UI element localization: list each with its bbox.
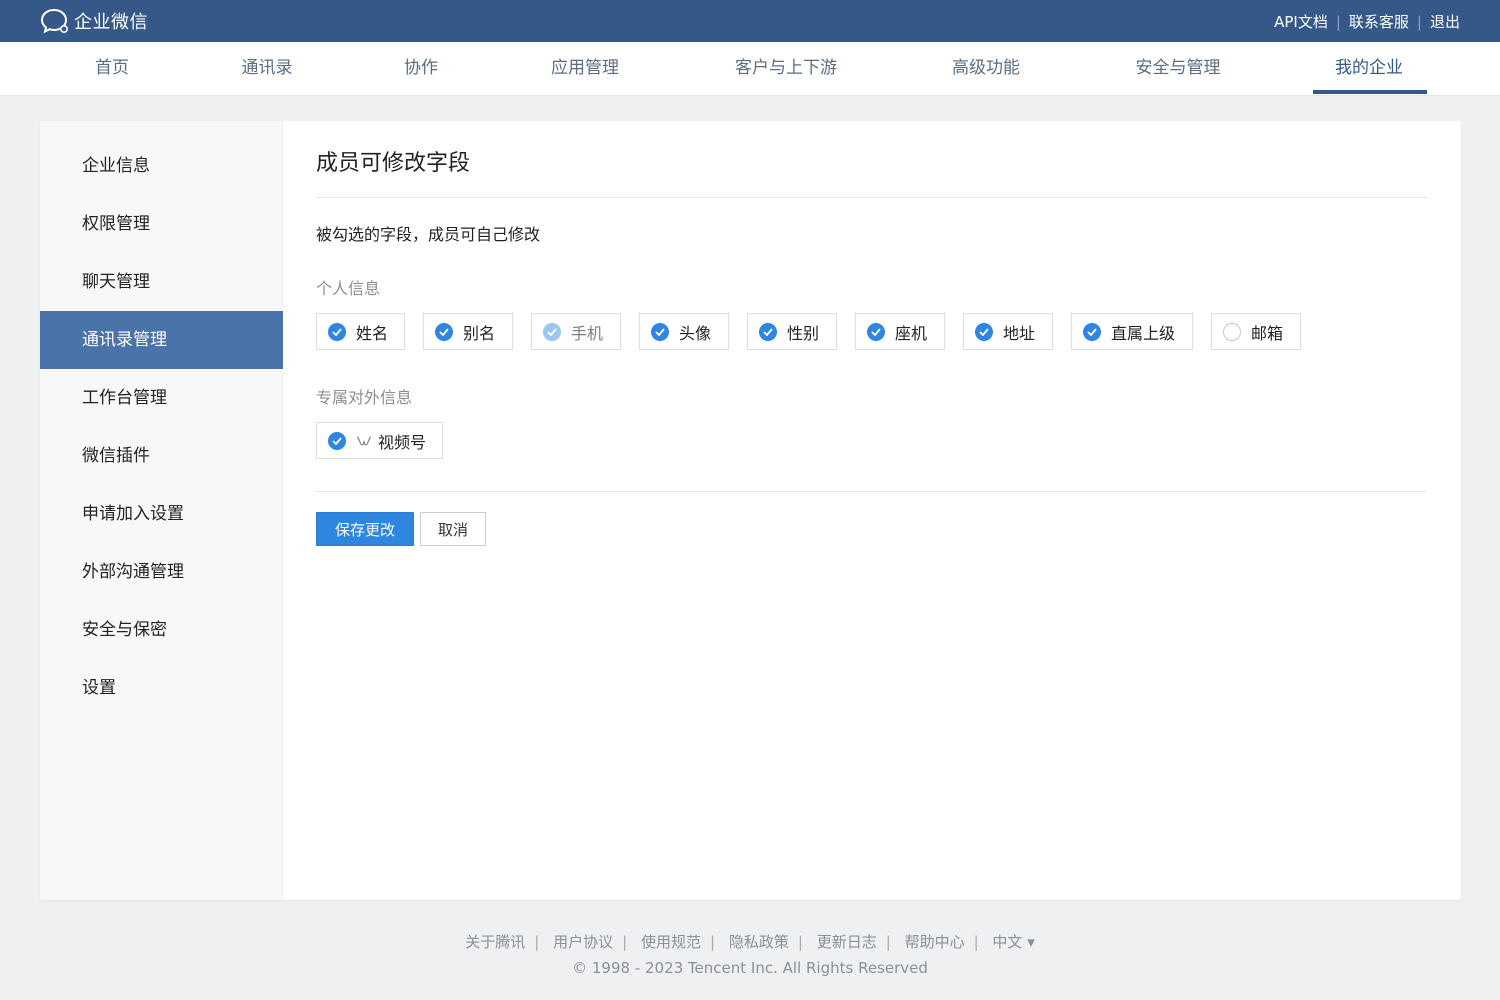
field-label: 邮箱 <box>1251 323 1284 343</box>
separator: | <box>1416 12 1422 31</box>
separator: | <box>1335 12 1341 31</box>
field-label: 座机 <box>895 323 928 343</box>
separator: | <box>710 933 716 951</box>
sidebar-item-join-settings[interactable]: 申请加入设置 <box>40 485 283 543</box>
title-divider <box>316 197 1427 198</box>
settings-card: 企业信息 权限管理 聊天管理 通讯录管理 工作台管理 微信插件 申请加入设置 外… <box>40 121 1461 900</box>
field-label: 性别 <box>787 323 820 343</box>
sidebar-item-wechat-plugin[interactable]: 微信插件 <box>40 427 283 485</box>
field-name[interactable]: 姓名 <box>316 313 405 350</box>
field-label: 别名 <box>463 323 496 343</box>
check-icon <box>759 322 777 341</box>
cancel-button[interactable]: 取消 <box>420 512 486 546</box>
field-gender[interactable]: 性别 <box>747 313 837 350</box>
footer-links: 关于腾讯 | 用户协议 | 使用规范 | 隐私政策 | 更新日志 | 帮助中心 | 中文 ▾ <box>0 931 1500 952</box>
top-bar: 企业微信 API文档 | 联系客服 | 退出 <box>0 0 1500 42</box>
external-info-label: 专属对外信息 <box>316 388 413 407</box>
main-nav: 首页 通讯录 协作 应用管理 客户与上下游 高级功能 安全与管理 我的企业 <box>0 42 1500 96</box>
separator: | <box>534 933 540 951</box>
sidebar-item-contacts[interactable]: 通讯录管理 <box>40 311 283 369</box>
channels-icon <box>356 435 372 446</box>
check-icon <box>867 322 885 341</box>
check-icon <box>328 322 346 341</box>
nav-contacts[interactable]: 通讯录 <box>242 42 293 95</box>
section-description: 被勾选的字段，成员可自己修改 <box>316 225 541 244</box>
footer-privacy-link[interactable]: 隐私政策 <box>729 933 789 951</box>
field-label: 姓名 <box>356 323 389 343</box>
sidebar-item-settings[interactable]: 设置 <box>40 659 283 717</box>
footer-changelog-link[interactable]: 更新日志 <box>817 933 877 951</box>
field-label: 直属上级 <box>1111 323 1176 343</box>
check-icon <box>975 322 993 341</box>
actions-divider <box>316 491 1427 492</box>
nav-home[interactable]: 首页 <box>95 42 129 95</box>
nav-active-indicator <box>1313 90 1427 94</box>
nav-security[interactable]: 安全与管理 <box>1136 42 1221 95</box>
check-icon <box>651 322 669 341</box>
nav-my-enterprise[interactable]: 我的企业 <box>1335 42 1403 95</box>
field-channels[interactable]: 视频号 <box>316 422 443 459</box>
main-content: 成员可修改字段 被勾选的字段，成员可自己修改 个人信息 姓名 别名 手机 头像 … <box>316 121 1427 900</box>
footer-about-link[interactable]: 关于腾讯 <box>465 933 525 951</box>
footer-usage-link[interactable]: 使用规范 <box>641 933 701 951</box>
check-icon <box>435 322 453 341</box>
nav-collaboration[interactable]: 协作 <box>404 42 438 95</box>
nav-customers[interactable]: 客户与上下游 <box>735 42 837 95</box>
field-label: 手机 <box>571 323 604 343</box>
sidebar-item-external[interactable]: 外部沟通管理 <box>40 543 283 601</box>
field-alias[interactable]: 别名 <box>423 313 513 350</box>
save-button[interactable]: 保存更改 <box>316 512 414 546</box>
separator: | <box>622 933 628 951</box>
separator: | <box>797 933 803 951</box>
sidebar: 企业信息 权限管理 聊天管理 通讯录管理 工作台管理 微信插件 申请加入设置 外… <box>40 121 283 900</box>
chat-bubble-icon <box>40 8 68 34</box>
sidebar-item-workbench[interactable]: 工作台管理 <box>40 369 283 427</box>
language-selector[interactable]: 中文 ▾ <box>992 933 1034 951</box>
copyright: © 1998 - 2023 Tencent Inc. All Rights Re… <box>572 959 928 977</box>
field-label: 视频号 <box>378 432 427 452</box>
field-label: 头像 <box>679 323 712 343</box>
field-mobile: 手机 <box>531 313 621 350</box>
unchecked-circle-icon <box>1223 322 1241 341</box>
separator: | <box>885 933 891 951</box>
nav-app-management[interactable]: 应用管理 <box>551 42 619 95</box>
field-label: 地址 <box>1003 323 1036 343</box>
sidebar-item-permissions[interactable]: 权限管理 <box>40 195 283 253</box>
separator: | <box>973 933 979 951</box>
field-address[interactable]: 地址 <box>963 313 1053 350</box>
logout-link[interactable]: 退出 <box>1430 11 1460 32</box>
personal-info-label: 个人信息 <box>316 279 381 298</box>
sidebar-item-security[interactable]: 安全与保密 <box>40 601 283 659</box>
footer-help-link[interactable]: 帮助中心 <box>905 933 965 951</box>
check-icon <box>543 322 561 341</box>
field-direct-supervisor[interactable]: 直属上级 <box>1071 313 1193 350</box>
brand-logo[interactable]: 企业微信 <box>40 8 148 34</box>
check-icon <box>1083 322 1101 341</box>
sidebar-item-chat[interactable]: 聊天管理 <box>40 253 283 311</box>
footer-agreement-link[interactable]: 用户协议 <box>553 933 613 951</box>
api-docs-link[interactable]: API文档 <box>1274 11 1328 32</box>
page-title: 成员可修改字段 <box>316 151 471 176</box>
sidebar-item-enterprise-info[interactable]: 企业信息 <box>40 137 283 195</box>
contact-support-link[interactable]: 联系客服 <box>1349 11 1409 32</box>
field-landline[interactable]: 座机 <box>855 313 945 350</box>
field-avatar[interactable]: 头像 <box>639 313 729 350</box>
check-icon <box>328 431 346 450</box>
nav-advanced[interactable]: 高级功能 <box>952 42 1020 95</box>
field-email[interactable]: 邮箱 <box>1211 313 1301 350</box>
top-links: API文档 | 联系客服 | 退出 <box>1274 11 1460 32</box>
brand-name: 企业微信 <box>74 12 148 33</box>
